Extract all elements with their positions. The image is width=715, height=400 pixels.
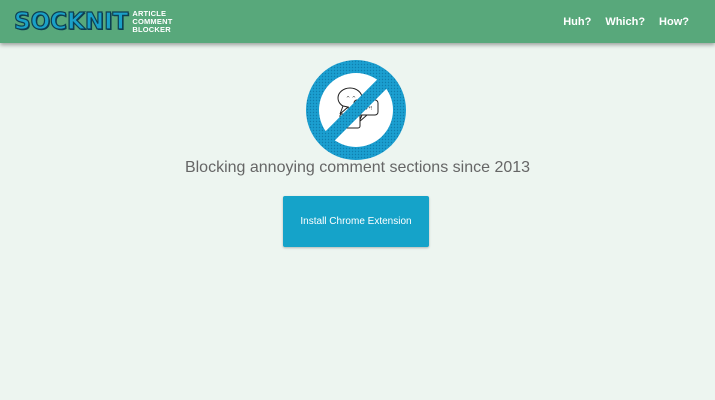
- install-chrome-extension-button[interactable]: Install Chrome Extension: [283, 196, 429, 247]
- main-nav: Huh? Which? How?: [563, 0, 689, 43]
- page-headline: Blocking annoying comment sections since…: [184, 159, 531, 176]
- tagline-line-3: BLOCKER: [132, 25, 171, 34]
- logo-wordmark: SOCKNIT: [13, 8, 129, 35]
- nav-link-huh[interactable]: Huh?: [563, 16, 591, 28]
- nav-link-how[interactable]: How?: [659, 16, 689, 28]
- brand-logo[interactable]: SOCKNIT ARTICLE COMMENT BLOCKER: [13, 6, 172, 38]
- logo-tagline: ARTICLE COMMENT BLOCKER: [132, 10, 172, 34]
- top-navbar: SOCKNIT ARTICLE COMMENT BLOCKER Huh? Whi…: [0, 0, 715, 43]
- nav-link-which[interactable]: Which?: [605, 16, 645, 28]
- no-comments-icon: ^ ^ @#*!: [306, 60, 406, 160]
